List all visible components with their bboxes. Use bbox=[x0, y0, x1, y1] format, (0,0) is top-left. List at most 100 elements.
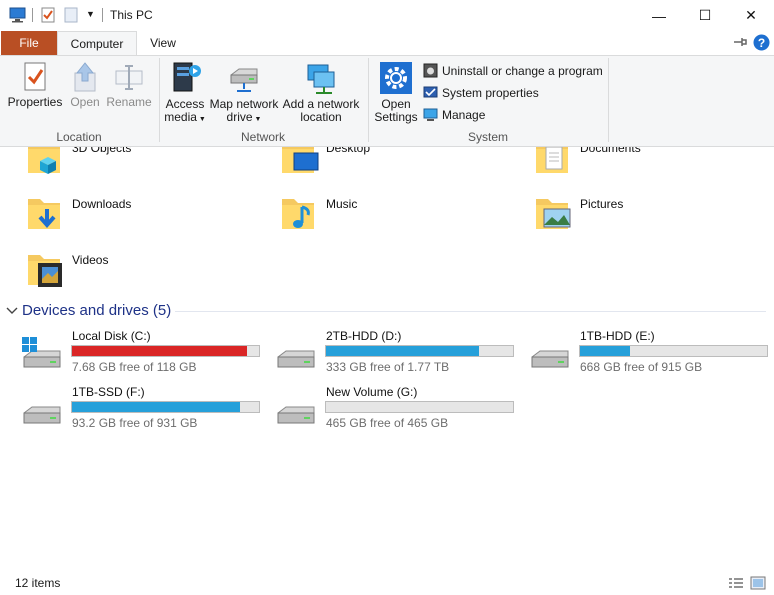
folder-label: Downloads bbox=[72, 197, 132, 211]
help-icon[interactable]: ? bbox=[753, 34, 770, 51]
folder-item[interactable]: Downloads bbox=[22, 195, 262, 239]
properties-label: Properties bbox=[7, 95, 63, 109]
open-settings-label-2: Settings bbox=[374, 110, 418, 124]
drive-usage-bar bbox=[325, 401, 514, 413]
drive-item[interactable]: 1TB-HDD (E:) 668 GB free of 915 GB bbox=[526, 327, 770, 375]
access-media-dropdown-icon: ▼ bbox=[196, 116, 206, 123]
folder-label: Videos bbox=[72, 253, 109, 267]
music-folder-icon bbox=[282, 199, 314, 229]
drive-usage-bar bbox=[579, 345, 768, 357]
properties-button[interactable]: Properties bbox=[7, 61, 63, 109]
system-properties-label: System properties bbox=[442, 85, 539, 100]
this-pc-icon[interactable] bbox=[9, 7, 26, 23]
access-media-label-2: media bbox=[164, 110, 197, 124]
drive-item[interactable]: 1TB-SSD (F:) 93.2 GB free of 931 GB bbox=[18, 383, 262, 431]
folder-item[interactable]: Desktop bbox=[276, 147, 516, 183]
folder-item[interactable]: Pictures bbox=[530, 195, 770, 239]
drive-usage-fill bbox=[72, 402, 241, 412]
folder-item[interactable]: 3D Objects bbox=[22, 147, 262, 183]
folder-item[interactable]: Music bbox=[276, 195, 516, 239]
drive-usage-fill bbox=[72, 346, 247, 356]
uninstall-label: Uninstall or change a program bbox=[442, 63, 603, 78]
desktop-folder-icon bbox=[282, 147, 319, 173]
drive-label: 1TB-HDD (E:) bbox=[580, 329, 655, 343]
drive-usage-fill bbox=[326, 346, 479, 356]
map-drive-dropdown-icon: ▼ bbox=[252, 116, 262, 123]
qat-divider bbox=[32, 8, 33, 22]
open-label: Open bbox=[70, 95, 100, 109]
window-title: This PC bbox=[110, 8, 153, 22]
open-settings-button[interactable]: Open Settings bbox=[373, 61, 419, 124]
folder-label: Documents bbox=[580, 147, 641, 155]
manage-label: Manage bbox=[442, 107, 486, 122]
folder-label: 3D Objects bbox=[72, 147, 132, 155]
drive-label: 2TB-HDD (D:) bbox=[326, 329, 402, 343]
drive-usage-bar bbox=[325, 345, 514, 357]
media-server-icon bbox=[173, 62, 201, 92]
title-divider bbox=[102, 8, 103, 22]
folder-label: Pictures bbox=[580, 197, 624, 211]
section-divider bbox=[175, 311, 766, 312]
drive-label: 1TB-SSD (F:) bbox=[72, 385, 145, 399]
tab-view[interactable]: View bbox=[140, 31, 186, 55]
drive-item[interactable]: Local Disk (C:) 7.68 GB free of 118 GB bbox=[18, 327, 262, 375]
folder-item[interactable]: Videos bbox=[22, 251, 262, 295]
downloads-folder-icon bbox=[28, 199, 60, 229]
details-view-icon[interactable] bbox=[728, 577, 744, 589]
pin-ribbon-icon[interactable] bbox=[732, 36, 748, 48]
minimize-button[interactable]: — bbox=[636, 0, 682, 31]
drive-icon bbox=[277, 350, 315, 368]
drive-free-space: 7.68 GB free of 118 GB bbox=[72, 360, 197, 374]
item-count: 12 items bbox=[15, 576, 61, 590]
network-location-icon bbox=[307, 64, 335, 94]
drive-usage-bar bbox=[71, 401, 260, 413]
system-properties-icon bbox=[423, 86, 438, 98]
collapse-chevron-icon[interactable] bbox=[6, 306, 18, 316]
pictures-folder-icon bbox=[536, 199, 571, 229]
3d-objects-folder-icon bbox=[28, 147, 60, 174]
tab-file[interactable]: File bbox=[1, 31, 57, 55]
drive-icon bbox=[531, 350, 569, 368]
windows-drive-icon bbox=[22, 337, 61, 368]
close-button[interactable]: ✕ bbox=[728, 0, 774, 31]
qat-dropdown-icon[interactable]: ▼ bbox=[86, 9, 95, 19]
system-properties-button[interactable]: System properties bbox=[423, 85, 539, 100]
open-arrow-icon bbox=[74, 62, 96, 92]
drive-free-space: 93.2 GB free of 931 GB bbox=[72, 416, 198, 430]
drive-icon bbox=[277, 406, 315, 424]
new-folder-icon[interactable] bbox=[64, 7, 78, 23]
location-group-label: Location bbox=[56, 130, 102, 144]
svg-text:?: ? bbox=[758, 36, 765, 50]
maximize-button[interactable]: ☐ bbox=[682, 0, 728, 31]
uninstall-button[interactable]: Uninstall or change a program bbox=[423, 63, 603, 78]
system-group-label: System bbox=[467, 130, 508, 144]
access-media-button[interactable]: Access media ▼ bbox=[163, 61, 207, 126]
drive-free-space: 465 GB free of 465 GB bbox=[326, 416, 449, 430]
drive-free-space: 668 GB free of 915 GB bbox=[580, 360, 703, 374]
add-network-location-button[interactable]: Add a network location bbox=[282, 61, 360, 124]
folder-label: Desktop bbox=[326, 147, 371, 155]
properties-check-icon[interactable] bbox=[41, 7, 56, 23]
drive-item[interactable]: 2TB-HDD (D:) 333 GB free of 1.77 TB bbox=[272, 327, 516, 375]
add-location-label-2: location bbox=[300, 110, 342, 124]
open-button[interactable]: Open bbox=[68, 61, 102, 109]
rename-button[interactable]: Rename bbox=[106, 61, 152, 109]
folder-label: Music bbox=[326, 197, 358, 211]
rename-icon bbox=[115, 65, 143, 90]
videos-folder-icon bbox=[28, 255, 62, 287]
network-drive-icon bbox=[230, 68, 258, 92]
drive-free-space: 333 GB free of 1.77 TB bbox=[326, 360, 450, 374]
settings-gear-icon bbox=[380, 62, 412, 94]
map-drive-label-2: drive bbox=[226, 110, 253, 124]
tab-computer[interactable]: Computer bbox=[57, 31, 137, 55]
drive-item[interactable]: New Volume (G:) 465 GB free of 465 GB bbox=[272, 383, 516, 431]
map-network-drive-button[interactable]: Map network drive ▼ bbox=[208, 61, 280, 126]
drive-label: Local Disk (C:) bbox=[72, 329, 151, 343]
rename-label: Rename bbox=[106, 95, 152, 109]
properties-icon bbox=[24, 62, 46, 91]
large-icons-view-icon[interactable] bbox=[750, 576, 766, 590]
drive-icon bbox=[23, 406, 61, 424]
manage-button[interactable]: Manage bbox=[423, 107, 485, 122]
devices-section-header[interactable]: Devices and drives (5) bbox=[22, 302, 171, 319]
folder-item[interactable]: Documents bbox=[530, 147, 770, 183]
